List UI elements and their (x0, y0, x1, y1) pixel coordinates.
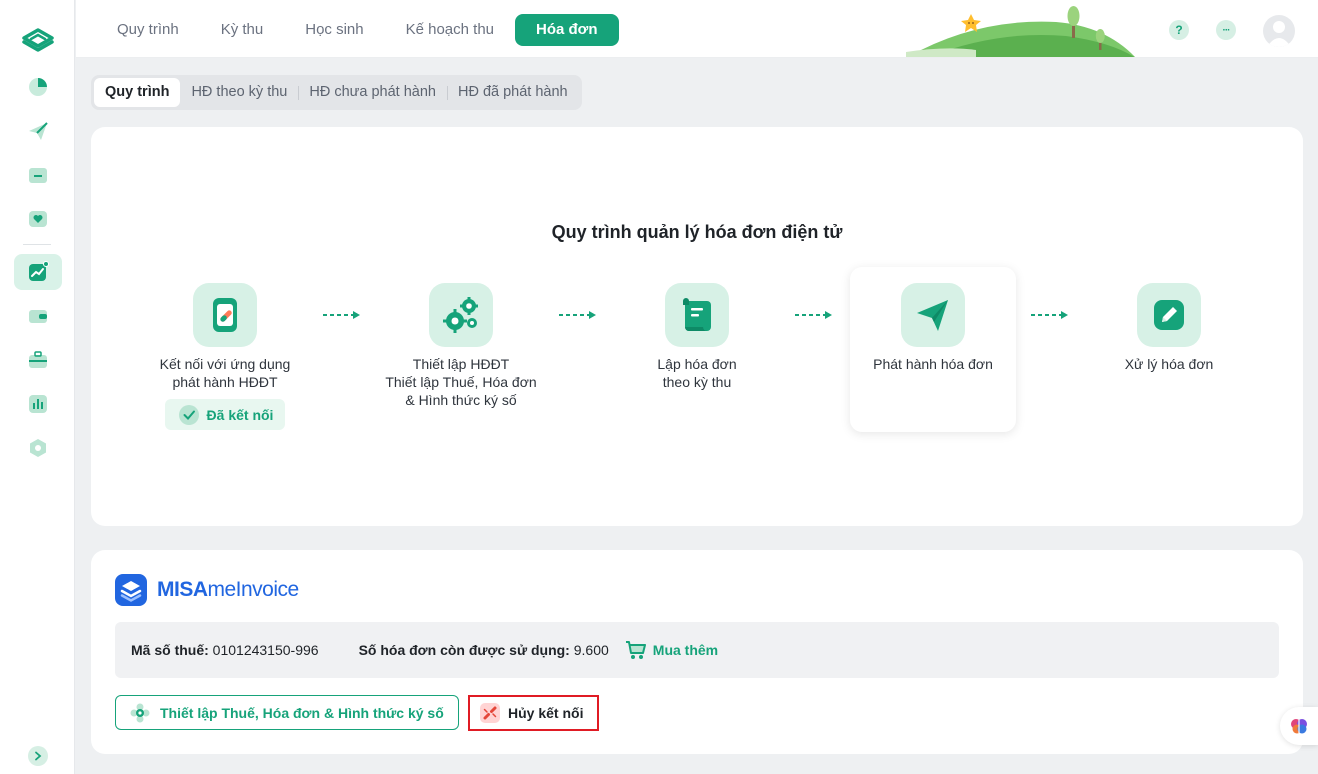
tab-quy-trinh[interactable]: Quy trình (96, 14, 200, 46)
scroll-icon (665, 283, 729, 347)
flower-gear-icon (130, 703, 150, 722)
step-setup[interactable]: Thiết lập HĐĐT Thiết lập Thuế, Hóa đơn &… (378, 267, 544, 409)
step-connect-label: Kết nối với ứng dụng phát hành HĐĐT (159, 356, 291, 390)
tab-ky-thu[interactable]: Kỳ thu (200, 14, 285, 46)
edit-icon (1137, 283, 1201, 347)
arrow-right-icon (1031, 311, 1068, 319)
broken-link-icon (480, 703, 500, 723)
remaining-invoices-label: Số hóa đơn còn được sử dụng: (358, 642, 570, 658)
tab-ke-hoach-thu[interactable]: Kế hoạch thu (385, 14, 515, 46)
sidebar-divider (23, 244, 51, 245)
bar-chart-icon (29, 395, 47, 413)
check-circle-icon (178, 404, 199, 425)
wallet-icon (29, 310, 47, 323)
disconnect-button[interactable]: Hủy kết nối (468, 695, 600, 731)
help-icon[interactable]: ? (1169, 20, 1189, 40)
process-card: Quy trình quản lý hóa đơn điện tử Kết nố… (91, 127, 1303, 526)
sidebar-expand-button[interactable] (28, 746, 48, 766)
more-options-icon[interactable]: ··· (1216, 20, 1236, 40)
sidebar-item-wallet[interactable] (14, 298, 62, 334)
send-icon (29, 122, 48, 140)
arrow-right-icon (559, 311, 596, 319)
link-phone-icon (193, 283, 257, 347)
hexagon-settings-icon (30, 439, 46, 457)
step-issue-invoice-label: Phát hành hóa đơn (873, 356, 993, 372)
heart-box-icon (29, 211, 47, 227)
setup-button-text: Thiết lập Thuế, Hóa đơn & Hình thức ký s… (160, 704, 444, 721)
sidebar-item-reports[interactable] (14, 386, 62, 422)
gears-icon (429, 283, 493, 347)
setup-tax-invoice-button[interactable]: Thiết lập Thuế, Hóa đơn & Hình thức ký s… (115, 695, 459, 730)
step-process-invoice[interactable]: Xử lý hóa đơn (1086, 267, 1252, 373)
connected-status-text: Đã kết nối (206, 406, 274, 423)
step-create-invoice[interactable]: Lập hóa đơn theo kỳ thu (614, 267, 780, 391)
brain-icon (1291, 719, 1307, 734)
tax-code-label: Mã số thuế: (131, 642, 209, 658)
app-logo-icon[interactable] (20, 24, 56, 56)
misa-logo-icon (115, 574, 147, 606)
buy-more-link[interactable]: Mua thêm (625, 640, 718, 660)
sidebar-item-settings[interactable] (14, 430, 62, 466)
briefcase-icon (29, 351, 47, 368)
misa-meinvoice-logo: MISAmeInvoice (115, 574, 299, 606)
decorative-hills-illustration (906, 6, 1135, 57)
ai-assistant-button[interactable] (1280, 707, 1318, 745)
sidebar (0, 0, 75, 774)
sidebar-item-health[interactable] (14, 201, 62, 237)
subtab-quy-trinh[interactable]: Quy trình (94, 78, 181, 107)
connected-status-badge: Đã kết nối (164, 399, 286, 430)
sidebar-item-finance[interactable] (14, 254, 62, 290)
sidebar-item-briefcase[interactable] (14, 342, 62, 378)
top-bar: Quy trình Kỳ thu Học sinh Kế hoạch thu H… (76, 0, 1318, 58)
invoice-provider-card: MISAmeInvoice Mã số thuế: 0101243150-996… (91, 550, 1303, 754)
buy-more-text: Mua thêm (652, 642, 719, 658)
step-process-invoice-label: Xử lý hóa đơn (1124, 356, 1214, 372)
top-navigation: Quy trình Kỳ thu Học sinh Kế hoạch thu H… (96, 14, 619, 46)
step-setup-label: Thiết lập HĐĐT Thiết lập Thuế, Hóa đơn &… (385, 356, 537, 408)
step-issue-invoice[interactable]: Phát hành hóa đơn (850, 267, 1016, 432)
trend-chart-icon (29, 261, 49, 281)
subtab-hd-chua-phat-hanh[interactable]: HĐ chưa phát hành (298, 78, 447, 107)
remaining-invoices-value: 9.600 (573, 642, 609, 658)
subtab-hd-da-phat-hanh[interactable]: HĐ đã phát hành (446, 78, 579, 107)
arrow-right-icon (795, 311, 832, 319)
tab-hoc-sinh[interactable]: Học sinh (284, 14, 384, 46)
invoice-info-bar: Mã số thuế: 0101243150-996 Số hóa đơn cò… (115, 622, 1279, 678)
paper-plane-icon (901, 283, 965, 347)
arrow-right-icon (323, 311, 360, 319)
step-connect[interactable]: Kết nối với ứng dụng phát hành HĐĐT Đã k… (142, 267, 308, 430)
sidebar-item-dashboard[interactable] (14, 69, 62, 105)
brand-name-bold: MISA (157, 578, 208, 601)
tab-hoa-don[interactable]: Hóa đơn (515, 14, 619, 46)
disconnect-button-text: Hủy kết nối (508, 705, 584, 721)
user-avatar[interactable] (1263, 15, 1295, 47)
step-create-invoice-label: Lập hóa đơn theo kỳ thu (657, 356, 737, 390)
tax-code-value: 0101243150-996 (212, 642, 319, 658)
brand-name-thin: meInvoice (207, 578, 300, 601)
sub-tabs: Quy trình HĐ theo kỳ thu HĐ chưa phát hà… (91, 75, 582, 110)
folder-icon (29, 168, 47, 183)
sidebar-item-send[interactable] (14, 113, 62, 149)
user-icon (1267, 21, 1291, 47)
subtab-hd-theo-ky-thu[interactable]: HĐ theo kỳ thu (180, 78, 298, 107)
pie-chart-icon (29, 78, 47, 96)
sidebar-item-folder[interactable] (14, 157, 62, 193)
chevron-right-icon (35, 751, 42, 761)
process-title: Quy trình quản lý hóa đơn điện tử (551, 222, 843, 242)
cart-icon (625, 641, 646, 659)
